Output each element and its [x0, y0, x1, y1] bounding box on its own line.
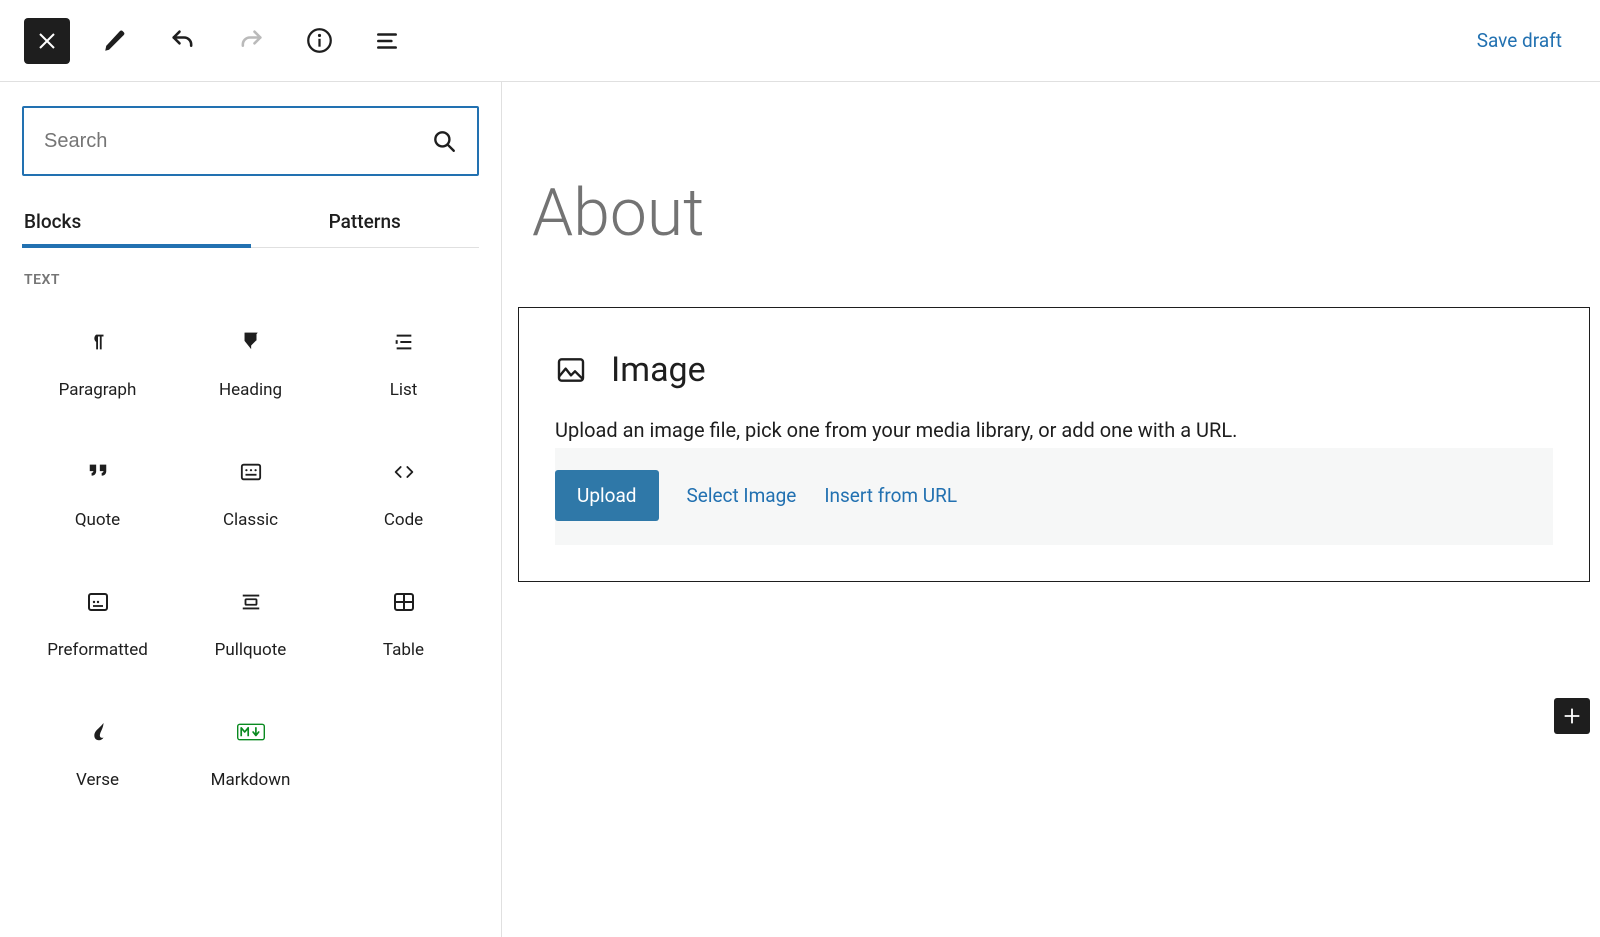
classic-icon: [237, 458, 265, 486]
block-label: Pullquote: [215, 640, 287, 660]
markdown-icon: [237, 718, 265, 746]
block-label: Classic: [223, 510, 278, 530]
save-draft-button[interactable]: Save draft: [1463, 19, 1576, 62]
details-button[interactable]: [296, 18, 342, 64]
pullquote-icon: [237, 588, 265, 616]
preformatted-icon: [84, 588, 112, 616]
paragraph-icon: [84, 328, 112, 356]
block-preformatted[interactable]: Preformatted: [22, 556, 173, 684]
upload-button[interactable]: Upload: [555, 470, 659, 521]
block-label: Table: [383, 640, 424, 660]
plus-icon: [1561, 705, 1583, 727]
image-block-title: Image: [611, 350, 706, 390]
block-list[interactable]: List: [328, 296, 479, 424]
block-inserter-panel: Blocks Patterns TEXT Paragraph Heading: [0, 82, 502, 937]
block-label: Markdown: [211, 770, 291, 790]
list-icon: [390, 328, 418, 356]
block-label: List: [390, 380, 418, 400]
heading-icon: [237, 328, 265, 356]
image-block-header: Image: [555, 350, 1553, 390]
outline-icon: [374, 28, 400, 54]
main-area: Blocks Patterns TEXT Paragraph Heading: [0, 82, 1600, 937]
image-block-placeholder[interactable]: Image Upload an image file, pick one fro…: [518, 307, 1590, 582]
close-icon: [35, 29, 59, 53]
block-quote[interactable]: Quote: [22, 426, 173, 554]
quote-icon: [84, 458, 112, 486]
block-label: Preformatted: [47, 640, 148, 660]
image-block-actions: Upload Select Image Insert from URL: [555, 448, 1553, 545]
block-label: Quote: [75, 510, 120, 530]
info-icon: [306, 27, 333, 54]
add-block-button[interactable]: [1554, 698, 1590, 734]
top-toolbar: Save draft: [0, 0, 1600, 82]
block-verse[interactable]: Verse: [22, 686, 173, 814]
undo-icon: [169, 27, 197, 55]
block-heading[interactable]: Heading: [175, 296, 326, 424]
outline-button[interactable]: [364, 18, 410, 64]
toolbar-left-group: [24, 18, 410, 64]
edit-tool-button[interactable]: [92, 18, 138, 64]
image-block-description: Upload an image file, pick one from your…: [555, 418, 1553, 442]
table-icon: [390, 588, 418, 616]
pencil-icon: [102, 28, 128, 54]
redo-button: [228, 18, 274, 64]
blocks-grid: Paragraph Heading List Quote: [22, 296, 479, 814]
image-icon: [555, 354, 587, 386]
block-label: Verse: [76, 770, 119, 790]
block-classic[interactable]: Classic: [175, 426, 326, 554]
block-label: Paragraph: [59, 380, 137, 400]
block-label: Heading: [219, 380, 282, 400]
code-icon: [390, 458, 418, 486]
tab-patterns[interactable]: Patterns: [251, 196, 480, 248]
redo-icon: [237, 27, 265, 55]
block-paragraph[interactable]: Paragraph: [22, 296, 173, 424]
tab-blocks[interactable]: Blocks: [22, 196, 251, 248]
search-input[interactable]: [44, 130, 431, 153]
page-title[interactable]: About: [518, 178, 1590, 251]
verse-icon: [84, 718, 112, 746]
undo-button[interactable]: [160, 18, 206, 64]
block-label: Code: [384, 510, 423, 530]
block-table[interactable]: Table: [328, 556, 479, 684]
block-code[interactable]: Code: [328, 426, 479, 554]
search-wrapper: [22, 106, 479, 176]
block-markdown[interactable]: Markdown: [175, 686, 326, 814]
select-image-button[interactable]: Select Image: [687, 484, 797, 507]
insert-from-url-button[interactable]: Insert from URL: [824, 484, 957, 507]
inserter-tabs: Blocks Patterns: [22, 196, 479, 248]
section-title-text: TEXT: [24, 272, 479, 288]
editor-canvas[interactable]: About Image Upload an image file, pick o…: [502, 82, 1600, 937]
search-icon: [431, 128, 457, 154]
block-pullquote[interactable]: Pullquote: [175, 556, 326, 684]
close-inserter-button[interactable]: [24, 18, 70, 64]
